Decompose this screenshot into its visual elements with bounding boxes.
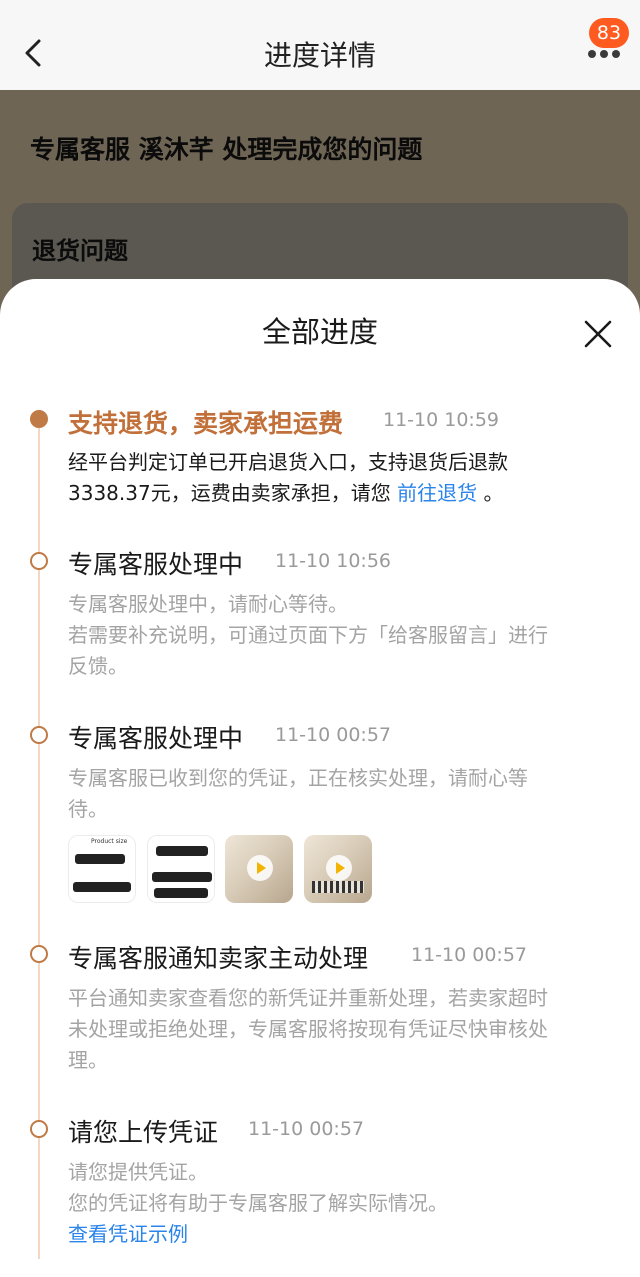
go-return-link[interactable]: 前往退货 bbox=[397, 481, 477, 505]
service-headline: 专属客服 溪沐芊 处理完成您的问题 bbox=[30, 135, 423, 164]
thumb-caption: Product size bbox=[91, 838, 128, 845]
view-evidence-example-link[interactable]: 查看凭证示例 bbox=[68, 1219, 608, 1250]
notification-badge: 83 bbox=[589, 18, 629, 48]
event-body-line: 平台通知卖家查看您的新凭证并重新处理，若卖家超时 bbox=[68, 986, 548, 1010]
event-time: 11-10 00:57 bbox=[411, 944, 528, 966]
event-title: 专属客服处理中 bbox=[68, 550, 244, 579]
event-body-line: 经平台判定订单已开启退货入口，支持退货后退款 bbox=[68, 450, 508, 474]
sheet-title: 全部进度 bbox=[261, 315, 378, 349]
page-title: 进度详情 bbox=[263, 39, 376, 72]
play-icon bbox=[326, 855, 352, 881]
timeline-dot bbox=[30, 552, 48, 570]
event-body-line: 理。 bbox=[68, 1048, 108, 1072]
event-body-line: 3338.37元，运费由卖家承担，请您 前往退货 。 bbox=[68, 478, 608, 509]
event-body-line: 若需要补充说明，可通过页面下方「给客服留言」进行 bbox=[68, 623, 548, 647]
event-body-line: 未处理或拒绝处理，专属客服将按现有凭证尽快审核处 bbox=[68, 1017, 548, 1041]
event-body: 平台通知卖家查看您的新凭证并重新处理，若卖家超时 未处理或拒绝处理，专属客服将按… bbox=[68, 983, 608, 1076]
event-title: 请您上传凭证 bbox=[68, 1118, 219, 1147]
event-body-line: 您的凭证将有助于专属客服了解实际情况。 bbox=[68, 1191, 448, 1215]
timeline-dot bbox=[30, 1120, 48, 1138]
event-time: 11-10 00:57 bbox=[275, 724, 392, 746]
sofa-shape bbox=[75, 854, 125, 864]
evidence-image-thumb[interactable]: Product size bbox=[68, 835, 136, 903]
fringe-detail bbox=[312, 881, 364, 893]
event-body-suffix: 。 bbox=[483, 481, 504, 505]
event-body-line: 专属客服处理中，请耐心等待。 bbox=[68, 592, 348, 616]
sofa-shape bbox=[73, 882, 131, 892]
event-time: 11-10 10:59 bbox=[383, 409, 500, 431]
event-title: 支持退货，卖家承担运费 bbox=[68, 409, 344, 438]
event-time: 11-10 10:56 bbox=[275, 550, 392, 572]
evidence-video-thumb[interactable] bbox=[225, 835, 293, 903]
event-body: 专属客服已收到您的凭证，正在核实处理，请耐心等 待。 bbox=[68, 763, 608, 825]
event-body-text: 3338.37元，运费由卖家承担，请您 bbox=[68, 481, 391, 505]
event-body-line: 专属客服已收到您的凭证，正在核实处理，请耐心等 bbox=[68, 766, 528, 790]
play-icon bbox=[247, 855, 273, 881]
sofa-shape bbox=[152, 872, 212, 882]
timeline-dot bbox=[30, 726, 48, 744]
progress-sheet: 全部进度 支持退货，卖家承担运费 11-10 10:59 经平台判定订单已开启退… bbox=[0, 279, 640, 1277]
timeline-dot-active bbox=[30, 410, 48, 428]
top-nav-bar: 进度详情 83 bbox=[0, 0, 640, 90]
event-title: 专属客服通知卖家主动处理 bbox=[68, 944, 369, 973]
event-body-line: 待。 bbox=[68, 797, 108, 821]
event-body: 专属客服处理中，请耐心等待。 若需要补充说明，可通过页面下方「给客服留言」进行 … bbox=[68, 589, 608, 682]
close-icon[interactable] bbox=[583, 319, 613, 349]
evidence-thumbnails: Product size bbox=[68, 835, 388, 903]
sofa-shape bbox=[156, 846, 208, 856]
timeline-dot bbox=[30, 945, 48, 963]
event-body: 请您提供凭证。 您的凭证将有助于专属客服了解实际情况。 查看凭证示例 bbox=[68, 1157, 608, 1250]
event-title: 专属客服处理中 bbox=[68, 724, 244, 753]
evidence-image-thumb[interactable] bbox=[147, 835, 215, 903]
issue-card-title: 退货问题 bbox=[32, 237, 128, 265]
event-time: 11-10 00:57 bbox=[248, 1118, 365, 1140]
event-body-line: 反馈。 bbox=[68, 654, 128, 678]
sofa-shape bbox=[154, 888, 208, 898]
event-body-line: 请您提供凭证。 bbox=[68, 1160, 208, 1184]
event-body: 经平台判定订单已开启退货入口，支持退货后退款 3338.37元，运费由卖家承担，… bbox=[68, 447, 608, 509]
evidence-video-thumb[interactable] bbox=[304, 835, 372, 903]
